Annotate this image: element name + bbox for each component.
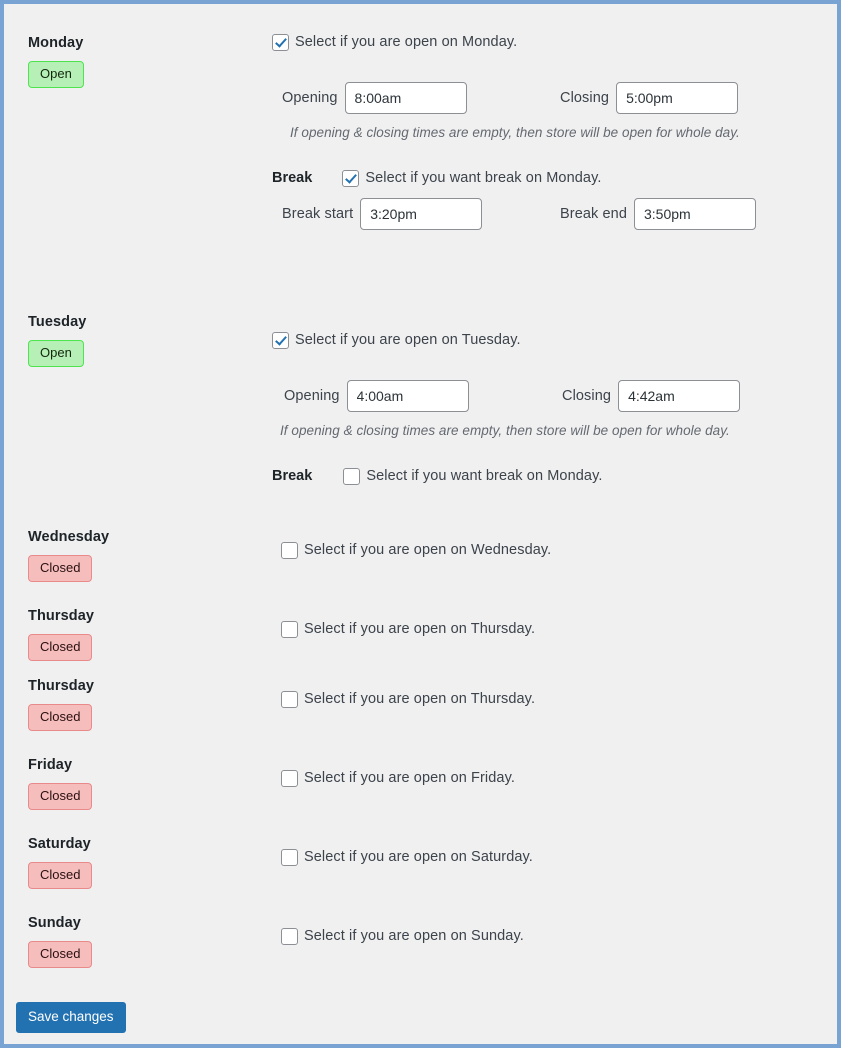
opening-closing-row: Opening Closing xyxy=(272,82,825,116)
open-checkbox[interactable] xyxy=(272,34,289,51)
open-checkbox[interactable] xyxy=(281,928,298,945)
day-label: Saturday xyxy=(28,836,91,852)
status-badge: Closed xyxy=(28,634,93,661)
open-checkbox[interactable] xyxy=(281,849,298,866)
open-checkbox-row[interactable]: Select if you are open on Sunday. xyxy=(281,928,825,945)
break-start-field-group: Break start xyxy=(282,198,483,230)
day-summary-tuesday: Tuesday Open xyxy=(28,313,238,367)
opening-field-group: Opening xyxy=(282,82,467,114)
day-summary-wednesday: Wednesday Closed xyxy=(28,528,238,582)
day-summary-sunday: Sunday Closed xyxy=(28,914,238,968)
closing-field-group: Closing xyxy=(562,380,741,412)
open-checkbox-label: Select if you are open on Tuesday. xyxy=(295,332,521,348)
closing-label: Closing xyxy=(562,387,612,404)
open-checkbox[interactable] xyxy=(281,542,298,559)
status-badge: Closed xyxy=(28,941,93,968)
break-end-label: Break end xyxy=(560,205,627,222)
status-badge: Closed xyxy=(28,704,93,731)
opening-hours-hint: If opening & closing times are empty, th… xyxy=(290,125,740,140)
save-changes-button[interactable]: Save changes xyxy=(16,1002,126,1033)
break-end-input[interactable] xyxy=(634,198,756,230)
break-start-label: Break start xyxy=(282,205,354,222)
break-checkbox[interactable] xyxy=(342,170,360,187)
day-settings-sunday: Select if you are open on Sunday. xyxy=(272,914,825,945)
day-label: Tuesday xyxy=(28,314,87,330)
day-settings-saturday: Select if you are open on Saturday. xyxy=(272,835,825,866)
day-summary-friday: Friday Closed xyxy=(28,756,238,810)
day-label: Thursday xyxy=(28,678,95,694)
open-checkbox-label: Select if you are open on Friday. xyxy=(304,770,515,786)
status-badge: Closed xyxy=(28,555,93,582)
day-summary-thursday-2: Thursday Closed xyxy=(28,677,238,731)
open-checkbox-label: Select if you are open on Thursday. xyxy=(304,691,536,707)
break-checkbox[interactable] xyxy=(343,468,361,485)
day-settings-monday: Select if you are open on Monday. Openin… xyxy=(272,34,825,232)
opening-field-group: Opening xyxy=(284,380,469,412)
open-checkbox[interactable] xyxy=(272,332,289,349)
open-checkbox-row[interactable]: Select if you are open on Thursday. xyxy=(281,691,825,708)
status-badge: Open xyxy=(28,340,84,367)
store-hours-panel: Monday Open Select if you are open on Mo… xyxy=(0,0,841,1048)
opening-label: Opening xyxy=(284,387,340,404)
day-label: Thursday xyxy=(28,608,95,624)
open-checkbox[interactable] xyxy=(281,770,298,787)
break-title: Break xyxy=(272,170,313,186)
store-hours-form: Monday Open Select if you are open on Mo… xyxy=(4,4,837,1044)
closing-label: Closing xyxy=(560,89,610,106)
day-settings-thursday-2: Select if you are open on Thursday. xyxy=(272,677,825,708)
open-checkbox-row[interactable]: Select if you are open on Tuesday. xyxy=(272,332,825,349)
status-badge: Closed xyxy=(28,783,93,810)
day-settings-friday: Select if you are open on Friday. xyxy=(272,756,825,787)
day-summary-monday: Monday Open xyxy=(28,34,238,88)
closing-input[interactable] xyxy=(616,82,739,114)
break-checkbox-label: Select if you want break on Monday. xyxy=(366,468,603,484)
break-times-row: Break start Break end xyxy=(272,198,825,232)
open-checkbox-label: Select if you are open on Wednesday. xyxy=(304,542,552,558)
break-checkbox-label: Select if you want break on Monday. xyxy=(365,170,602,186)
open-checkbox-label: Select if you are open on Thursday. xyxy=(304,621,536,637)
day-settings-thursday-1: Select if you are open on Thursday. xyxy=(272,607,825,638)
opening-label: Opening xyxy=(282,89,338,106)
day-summary-saturday: Saturday Closed xyxy=(28,835,238,889)
day-label: Monday xyxy=(28,35,84,51)
day-label: Wednesday xyxy=(28,529,110,545)
day-label: Friday xyxy=(28,757,73,773)
opening-hours-hint: If opening & closing times are empty, th… xyxy=(280,423,730,438)
day-label: Sunday xyxy=(28,915,81,931)
open-checkbox-row[interactable]: Select if you are open on Friday. xyxy=(281,770,825,787)
break-checkbox-row[interactable]: Break Select if you want break on Monday… xyxy=(272,468,825,485)
open-checkbox[interactable] xyxy=(281,621,298,638)
opening-input[interactable] xyxy=(346,380,469,412)
opening-input[interactable] xyxy=(344,82,467,114)
open-checkbox-label: Select if you are open on Saturday. xyxy=(304,849,533,865)
open-checkbox-row[interactable]: Select if you are open on Monday. xyxy=(272,34,825,51)
open-checkbox-row[interactable]: Select if you are open on Wednesday. xyxy=(281,542,825,559)
day-settings-wednesday: Select if you are open on Wednesday. xyxy=(272,528,825,559)
break-title: Break xyxy=(272,468,313,484)
day-summary-thursday-1: Thursday Closed xyxy=(28,607,238,661)
break-checkbox-row[interactable]: Break Select if you want break on Monday… xyxy=(272,170,825,187)
open-checkbox-label: Select if you are open on Monday. xyxy=(295,34,518,50)
status-badge: Open xyxy=(28,61,84,88)
status-badge: Closed xyxy=(28,862,93,889)
opening-closing-row: Opening Closing xyxy=(272,380,825,414)
closing-field-group: Closing xyxy=(560,82,739,114)
break-end-field-group: Break end xyxy=(560,198,756,230)
open-checkbox[interactable] xyxy=(281,691,298,708)
break-start-input[interactable] xyxy=(360,198,483,230)
open-checkbox-row[interactable]: Select if you are open on Saturday. xyxy=(281,849,825,866)
day-settings-tuesday: Select if you are open on Tuesday. Openi… xyxy=(272,313,825,485)
open-checkbox-label: Select if you are open on Sunday. xyxy=(304,928,524,944)
open-checkbox-row[interactable]: Select if you are open on Thursday. xyxy=(281,621,825,638)
closing-input[interactable] xyxy=(618,380,741,412)
